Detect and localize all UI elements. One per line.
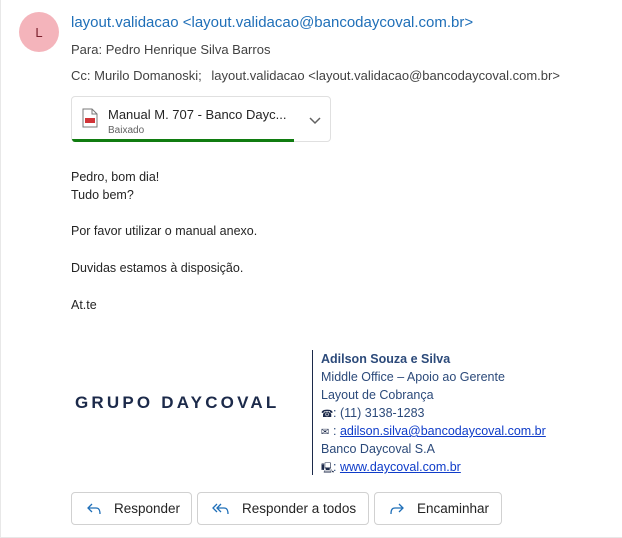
sender-avatar[interactable]: L [19, 12, 59, 52]
reply-all-label: Responder a todos [242, 501, 357, 516]
signature-website-link[interactable]: www.daycoval.com.br [340, 460, 461, 474]
signature-role: Middle Office – Apoio ao Gerente [321, 370, 505, 384]
reply-all-icon [212, 503, 229, 514]
avatar-initial: L [35, 24, 43, 40]
cc-line: Cc: Murilo Domanoski; layout.validacao <… [71, 68, 560, 83]
message-pane: L layout.validacao <layout.validacao@ban… [0, 0, 622, 538]
signature-name: Adilson Souza e Silva [321, 352, 451, 366]
forward-icon [390, 503, 404, 514]
cc-recipient[interactable]: Murilo Domanoski; [94, 68, 202, 83]
body-line: Tudo bem? [71, 188, 134, 202]
forward-button[interactable]: Encaminhar [374, 492, 502, 525]
body-line: Pedro, bom dia! [71, 170, 160, 184]
reply-icon [87, 503, 101, 514]
attachment-status: Baixado [108, 125, 145, 136]
signature-email-link[interactable]: adilson.silva@bancodaycoval.com.br [340, 424, 546, 438]
body-line: At.te [71, 298, 97, 312]
signature-company: Banco Daycoval S.A [321, 442, 435, 456]
company-logo: GRUPO DAYCOVAL [75, 393, 280, 412]
body-line: Por favor utilizar o manual anexo. [71, 224, 258, 238]
sender-address[interactable]: layout.validacao <layout.validacao@banco… [71, 14, 473, 31]
reply-label: Responder [114, 501, 181, 516]
forward-label: Encaminhar [417, 501, 490, 516]
web-prefix: : [333, 460, 340, 474]
to-label: Para: [71, 42, 103, 57]
attachment-card[interactable]: Manual M. 707 - Banco Dayc... Baixado [71, 96, 331, 142]
email-prefix: : [333, 424, 340, 438]
attachment-name: Manual M. 707 - Banco Dayc... [108, 107, 287, 122]
signature-phone-line: ☎: (11) 3138-1283 [321, 404, 425, 424]
to-recipient[interactable]: Pedro Henrique Silva Barros [106, 42, 271, 57]
pdf-file-icon [82, 108, 98, 128]
signature-phone: : (11) 3138-1283 [333, 406, 425, 420]
signature-area: Layout de Cobrança [321, 388, 434, 402]
body-line: Duvidas estamos à disposição. [71, 261, 244, 275]
download-progress-bar [72, 139, 294, 142]
signature-divider [312, 350, 313, 475]
cc-label: Cc: [71, 68, 91, 83]
reply-all-button[interactable]: Responder a todos [197, 492, 369, 525]
to-line: Para: Pedro Henrique Silva Barros [71, 42, 270, 57]
computer-icon: 🖳 [321, 463, 335, 474]
cc-recipient[interactable]: layout.validacao <layout.validacao@banco… [211, 68, 560, 83]
reply-button[interactable]: Responder [71, 492, 192, 525]
chevron-down-icon[interactable] [308, 113, 322, 127]
signature-email-line: ✉: adilson.silva@bancodaycoval.com.br [321, 422, 546, 442]
signature-web-line: 🖳: www.daycoval.com.br [321, 458, 461, 478]
